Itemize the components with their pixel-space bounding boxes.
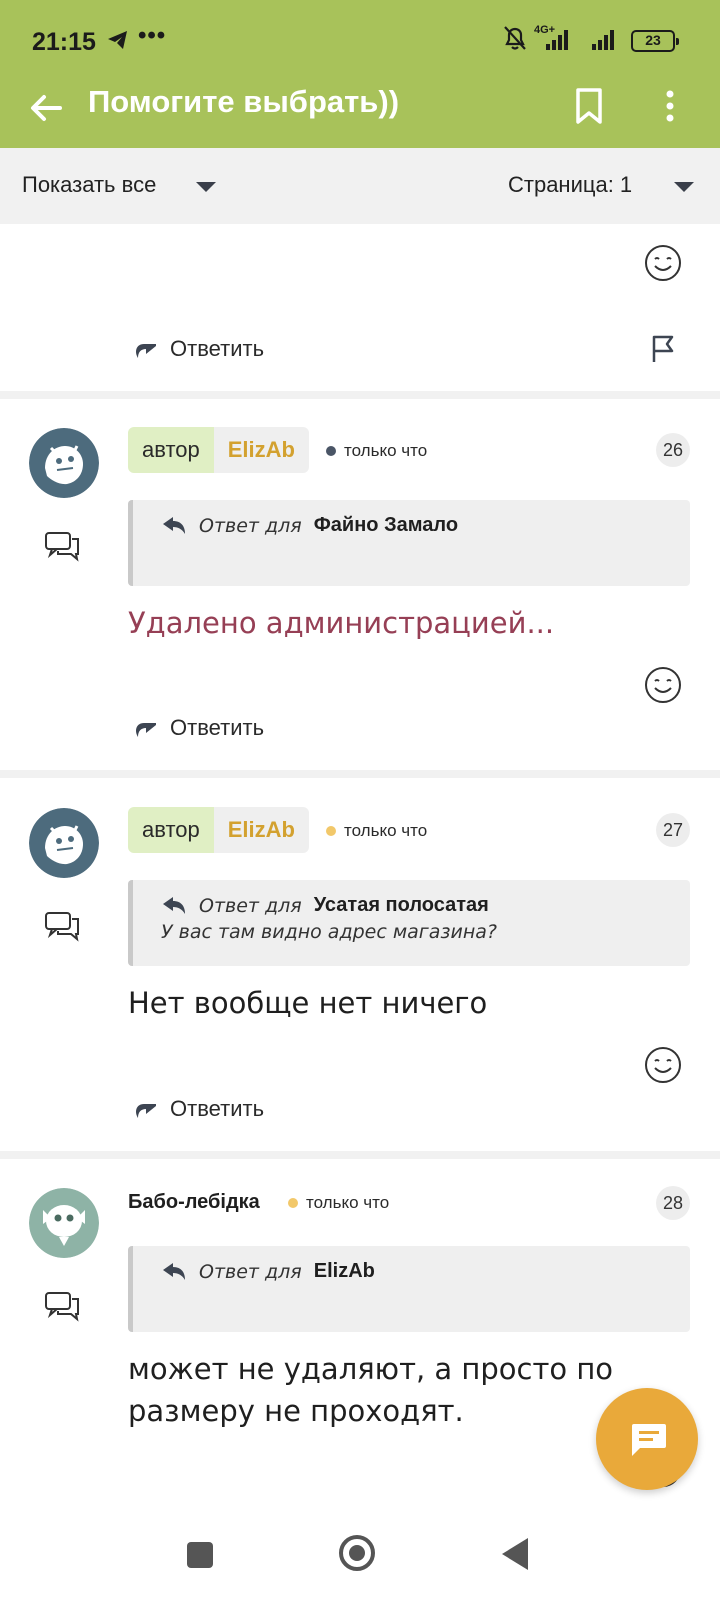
reply-label: Ответить xyxy=(170,336,265,361)
reply-prefix: Ответ для xyxy=(199,514,302,537)
reply-label: Ответить xyxy=(170,1096,265,1121)
post-time: только что xyxy=(344,821,428,840)
post-divider xyxy=(0,770,720,778)
filter-bar: Показать все Страница: 1 xyxy=(0,148,720,224)
author-badge[interactable]: автор ElizAb xyxy=(128,807,309,853)
chat-bubbles-icon[interactable] xyxy=(44,530,82,562)
emoji-reaction-icon[interactable] xyxy=(644,1046,682,1084)
reply-prefix: Ответ для xyxy=(199,1260,302,1283)
back-arrow-icon[interactable] xyxy=(26,88,66,128)
more-vertical-icon[interactable] xyxy=(660,86,680,126)
online-status-dot xyxy=(326,826,336,836)
author-nick[interactable]: Бабо-лебідка xyxy=(128,1191,260,1214)
reply-target: ElizAb xyxy=(313,1260,375,1282)
signal-icon xyxy=(546,30,568,50)
reply-quote[interactable]: Ответ для Усатая полосатая У вас там вид… xyxy=(128,880,690,966)
emoji-reaction-icon[interactable] xyxy=(644,666,682,704)
more-notifications-icon: ••• xyxy=(138,22,167,49)
reply-arrow-icon xyxy=(136,1104,156,1118)
post-time: только что xyxy=(344,441,428,460)
chat-bubbles-icon[interactable] xyxy=(44,1290,82,1322)
post-body-line: размеру не проходят. xyxy=(128,1394,464,1428)
reply-target: Усатая полосатая xyxy=(313,894,489,916)
chevron-down-icon[interactable] xyxy=(674,182,694,192)
recent-apps-icon[interactable] xyxy=(187,1542,213,1568)
status-bar: 21:15 ••• 4G+ 23 xyxy=(0,0,720,80)
reply-button[interactable]: Ответить xyxy=(132,332,264,366)
online-status-dot xyxy=(326,446,336,456)
telegram-icon xyxy=(108,31,127,49)
post-body: может не удаляют, а просто по размеру не… xyxy=(128,1348,648,1432)
quoted-text: У вас там видно адрес магазина? xyxy=(161,921,498,943)
page-selector[interactable]: Страница: 1 xyxy=(508,172,632,198)
author-badge[interactable]: автор ElizAb xyxy=(128,427,309,473)
system-navigation-bar xyxy=(0,1510,720,1600)
post-number: 26 xyxy=(656,433,690,467)
bookmark-icon[interactable] xyxy=(572,86,606,126)
emoji-reaction-icon[interactable] xyxy=(644,244,682,282)
post-body: Удалено администрацией... xyxy=(128,606,555,640)
bell-muted-icon xyxy=(504,26,526,50)
reply-quote[interactable]: Ответ для ElizAb xyxy=(128,1246,690,1332)
post-number: 27 xyxy=(656,813,690,847)
reply-arrow-icon xyxy=(136,723,156,737)
app-header: 21:15 ••• 4G+ 23 Помогите выбрать)) xyxy=(0,0,720,148)
author-nick: ElizAb xyxy=(213,427,309,473)
reply-arrow-icon xyxy=(136,344,156,358)
post-divider xyxy=(0,1151,720,1159)
author-role: автор xyxy=(128,807,214,853)
chevron-down-icon[interactable] xyxy=(196,182,216,192)
home-icon[interactable] xyxy=(339,1535,375,1571)
post-divider xyxy=(0,391,720,399)
back-icon[interactable] xyxy=(502,1538,528,1570)
app-bar: Помогите выбрать)) xyxy=(0,80,720,148)
page-title: Помогите выбрать)) xyxy=(88,84,400,119)
post-body: Нет вообще нет ничего xyxy=(128,986,488,1020)
status-time: 21:15 xyxy=(32,28,96,56)
post-number: 28 xyxy=(656,1186,690,1220)
reply-icon xyxy=(163,1262,185,1280)
reply-label: Ответить xyxy=(170,715,265,740)
reply-icon xyxy=(163,516,185,534)
author-role: автор xyxy=(128,427,214,473)
avatar[interactable] xyxy=(29,1188,99,1258)
battery-icon: 23 xyxy=(631,30,679,52)
reply-target: Файно Замало xyxy=(313,514,459,536)
flag-icon[interactable] xyxy=(650,334,678,364)
reply-icon xyxy=(163,896,185,914)
post-body-line: может не удаляют, а просто по xyxy=(128,1352,614,1386)
online-status-dot xyxy=(288,1198,298,1208)
avatar[interactable] xyxy=(29,428,99,498)
reply-button[interactable]: Ответить xyxy=(132,1092,264,1126)
author-nick: ElizAb xyxy=(213,807,309,853)
signal-icon-2 xyxy=(592,30,614,50)
avatar[interactable] xyxy=(29,808,99,878)
show-all-dropdown[interactable]: Показать все xyxy=(22,172,156,198)
reply-quote[interactable]: Ответ для Файно Замало xyxy=(128,500,690,586)
new-message-button[interactable] xyxy=(596,1388,698,1490)
reply-button[interactable]: Ответить xyxy=(132,711,264,745)
reply-prefix: Ответ для xyxy=(199,894,302,917)
message-icon xyxy=(632,1424,666,1456)
chat-bubbles-icon[interactable] xyxy=(44,910,82,942)
post-time: только что xyxy=(306,1193,390,1212)
